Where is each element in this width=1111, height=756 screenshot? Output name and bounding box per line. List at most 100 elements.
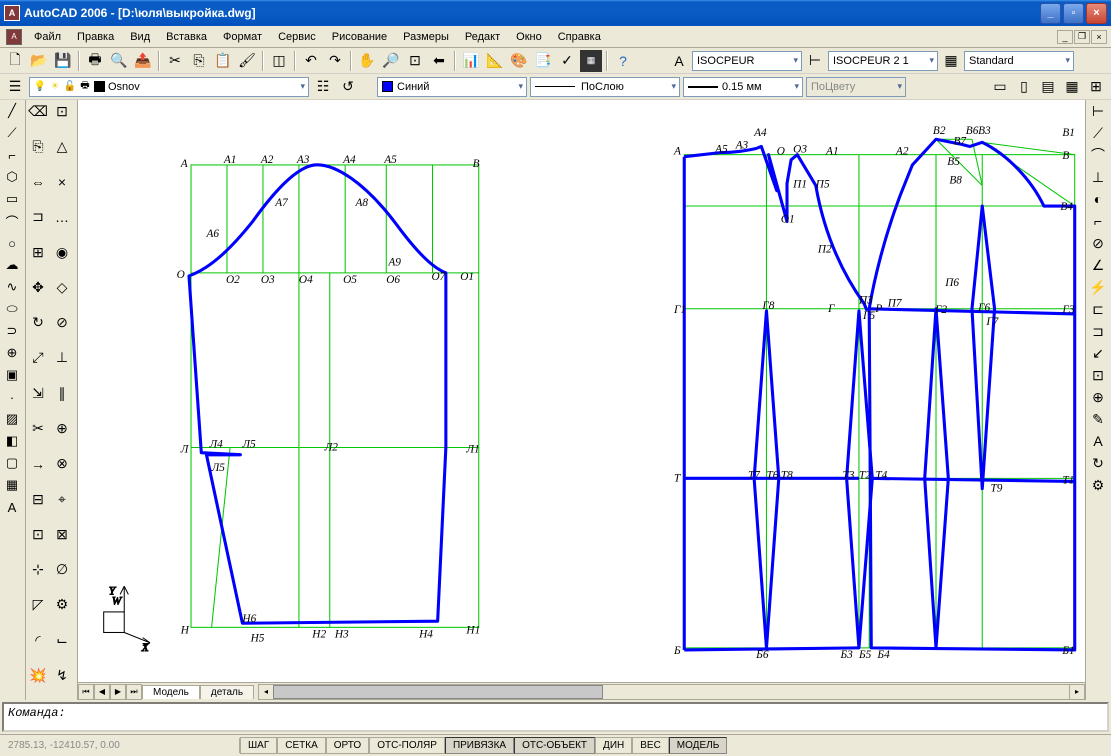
osnap-per-icon[interactable]: ⊥ (50, 347, 74, 369)
paste-icon[interactable]: 📋 (212, 50, 234, 72)
dim-jog-icon[interactable]: ⌐ (1086, 210, 1110, 232)
menu-help[interactable]: Справка (550, 28, 609, 46)
close-button[interactable]: × (1086, 3, 1107, 24)
offset-icon[interactable]: ⊐ (26, 206, 50, 228)
osnap-tan-icon[interactable]: ⊘ (50, 312, 74, 334)
polygon-icon[interactable]: ⬡ (0, 166, 24, 188)
minimize-button[interactable]: _ (1040, 3, 1061, 24)
move-icon[interactable]: ✥ (26, 276, 50, 298)
pline-icon[interactable]: ⌐ (0, 144, 24, 166)
dim-aligned-icon[interactable]: ⟋ (1086, 122, 1110, 144)
text-style-combo[interactable]: ISOCPEUR (692, 51, 802, 71)
osnap-par-icon[interactable]: ∥ (50, 382, 74, 404)
zoom-rt-icon[interactable]: 🔎 (380, 50, 402, 72)
join-icon[interactable]: ⊹ (26, 559, 50, 581)
dim-center-icon[interactable]: ⊕ (1086, 386, 1110, 408)
help-icon[interactable]: ? (612, 50, 634, 72)
spline-icon[interactable]: ∿ (0, 276, 24, 298)
fillet-icon[interactable]: ◜ (26, 629, 50, 651)
make-block-icon[interactable]: ▣ (0, 364, 24, 386)
table-style-icon[interactable]: ▦ (940, 50, 962, 72)
point-icon[interactable]: · (0, 386, 24, 408)
dim-ord-icon[interactable]: ⊥ (1086, 166, 1110, 188)
doc-restore-button[interactable]: ❐ (1074, 30, 1090, 44)
zoom-prev-icon[interactable]: ⬅ (428, 50, 450, 72)
props-icon[interactable]: 📊 (460, 50, 482, 72)
gradient-icon[interactable]: ◧ (0, 430, 24, 452)
break-icon[interactable]: ⊟ (26, 488, 50, 510)
tool-palette-icon[interactable]: 🎨 (508, 50, 530, 72)
vp2-icon[interactable]: ▯ (1013, 76, 1035, 98)
redo-icon[interactable]: ↷ (324, 50, 346, 72)
array-icon[interactable]: ⊞ (26, 241, 50, 263)
dim-ang-icon[interactable]: ∠ (1086, 254, 1110, 276)
drawing-canvas[interactable]: W Y X (78, 100, 1085, 682)
scale-icon[interactable]: ⤢ (26, 347, 50, 369)
osnap-int-icon[interactable]: × (50, 171, 74, 193)
design-icon[interactable]: 📐 (484, 50, 506, 72)
osnap-app-icon[interactable]: ⊠ (50, 523, 74, 545)
block-icon[interactable]: ◫ (268, 50, 290, 72)
trim-icon[interactable]: ✂ (26, 418, 50, 440)
dim-tedit-icon[interactable]: A (1086, 430, 1110, 452)
zoom-win-icon[interactable]: ⊡ (404, 50, 426, 72)
calc-icon[interactable]: ▦ (580, 50, 602, 72)
dim-cont-icon[interactable]: ⊐ (1086, 320, 1110, 342)
preview-icon[interactable]: 🔍 (108, 50, 130, 72)
menu-format[interactable]: Формат (215, 28, 270, 46)
ucs2-icon[interactable]: ↯ (50, 665, 74, 687)
menu-window[interactable]: Окно (508, 28, 550, 46)
break2-icon[interactable]: ⊡ (26, 523, 50, 545)
ellipse-arc-icon[interactable]: ⊃ (0, 320, 24, 342)
print-icon[interactable]: 🖶 (84, 50, 106, 72)
save-icon[interactable]: 💾 (52, 50, 74, 72)
layer-prev-icon[interactable]: ↺ (337, 76, 359, 98)
dim-style-combo[interactable]: ISOCPEUR 2 1 (828, 51, 938, 71)
dim-dia-icon[interactable]: ⊘ (1086, 232, 1110, 254)
stretch-icon[interactable]: ⇲ (26, 382, 50, 404)
osnap-ext-icon[interactable]: … (50, 206, 74, 228)
circle-icon[interactable]: ○ (0, 232, 24, 254)
dim-update-icon[interactable]: ↻ (1086, 452, 1110, 474)
copy-obj-icon[interactable]: ⎘ (26, 135, 50, 157)
menu-file[interactable]: Файл (26, 28, 69, 46)
explode-icon[interactable]: 💥 (26, 665, 50, 687)
region-icon[interactable]: ▢ (0, 452, 24, 474)
menu-insert[interactable]: Вставка (158, 28, 215, 46)
sheet-icon[interactable]: 📑 (532, 50, 554, 72)
rect-icon[interactable]: ▭ (0, 188, 24, 210)
dim-style-mgr-icon[interactable]: ⚙ (1086, 474, 1110, 496)
linetype-combo[interactable]: ПоСлою (530, 77, 680, 97)
tab-prev-button[interactable]: ◀ (94, 684, 110, 700)
line-icon[interactable]: ╱ (0, 100, 24, 122)
osnap-nod-icon[interactable]: ⊗ (50, 453, 74, 475)
vp3-icon[interactable]: ▤ (1037, 76, 1059, 98)
erase-icon[interactable]: ⌫ (26, 100, 50, 122)
ucs1-icon[interactable]: ⌙ (50, 629, 74, 651)
osnap-mid-icon[interactable]: △ (50, 135, 74, 157)
cut-icon[interactable]: ✂ (164, 50, 186, 72)
hatch-icon[interactable]: ▨ (0, 408, 24, 430)
osnap-nea-icon[interactable]: ⌖ (50, 488, 74, 510)
dim-leader-icon[interactable]: ↙ (1086, 342, 1110, 364)
osnap-ins-icon[interactable]: ⊕ (50, 418, 74, 440)
insert-icon[interactable]: ⊕ (0, 342, 24, 364)
match-icon[interactable]: 🖌 (236, 50, 258, 72)
osnap-end-icon[interactable]: ⊡ (50, 100, 74, 122)
mirror-icon[interactable]: ⇔ (26, 171, 50, 193)
open-icon[interactable]: 📂 (28, 50, 50, 72)
dim-quick-icon[interactable]: ⚡ (1086, 276, 1110, 298)
menu-view[interactable]: Вид (122, 28, 158, 46)
menu-dimensions[interactable]: Размеры (395, 28, 457, 46)
dim-arc-icon[interactable]: ⌒ (1086, 144, 1110, 166)
layer-combo[interactable]: 💡 ☀ 🔓 🖶 Osnov (29, 77, 309, 97)
osnap-none-icon[interactable]: ∅ (50, 559, 74, 581)
table-icon[interactable]: ▦ (0, 474, 24, 496)
tab-first-button[interactable]: ⏮ (78, 684, 94, 700)
osnap-qua-icon[interactable]: ◇ (50, 276, 74, 298)
vp4-icon[interactable]: ▦ (1061, 76, 1083, 98)
layer-manager-icon[interactable]: ☰ (4, 76, 26, 98)
dim-edit-icon[interactable]: ✎ (1086, 408, 1110, 430)
menu-draw[interactable]: Рисование (324, 28, 395, 46)
copy-icon[interactable]: ⎘ (188, 50, 210, 72)
